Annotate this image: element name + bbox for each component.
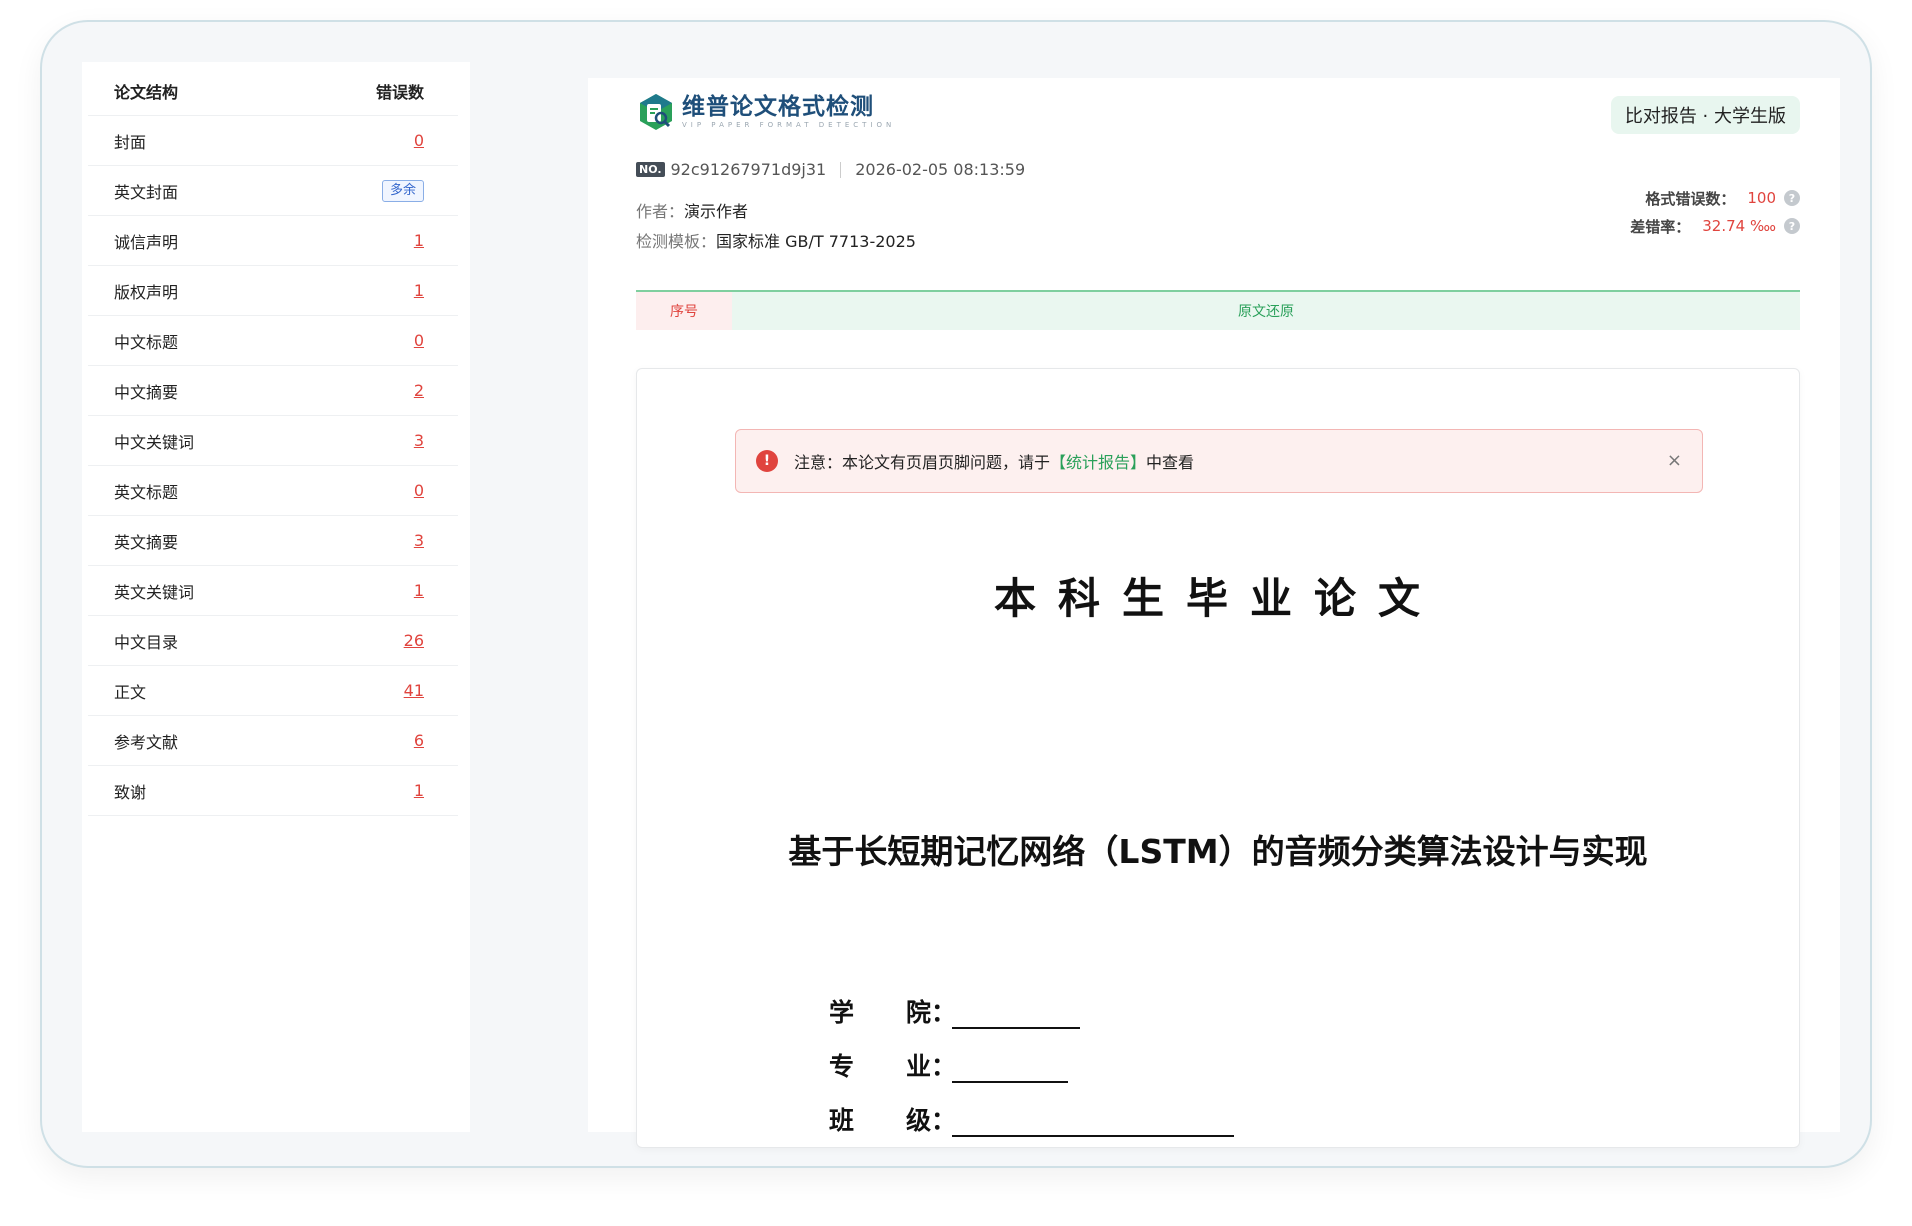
- sidebar-item-label: 诚信声明: [114, 232, 179, 252]
- error-rate-value: 32.74 ‱: [1702, 217, 1776, 235]
- error-count-link[interactable]: 1: [414, 781, 424, 800]
- field-label-part1: 学: [829, 998, 855, 1027]
- error-count-link[interactable]: 41: [404, 681, 424, 700]
- sidebar-item-copyright[interactable]: 版权声明 1: [88, 266, 458, 316]
- app-window: 论文结构 错误数 封面 0 英文封面 多余 诚信声明 1 版权声明 1 中文标题…: [40, 20, 1872, 1168]
- author-label: 作者：: [636, 202, 685, 221]
- alert-text-prefix: 注意：本论文有页眉页脚问题，请于: [794, 453, 1051, 472]
- sidebar-item-english-cover[interactable]: 英文封面 多余: [88, 166, 458, 216]
- major-field: 专 业：: [829, 1047, 1068, 1083]
- header-footer-alert: ! 注意：本论文有页眉页脚问题，请于 【统计报告】 中查看 ×: [735, 429, 1703, 493]
- error-count-link[interactable]: 3: [414, 531, 424, 550]
- sidebar-item-body[interactable]: 正文 41: [88, 666, 458, 716]
- report-id-line: NO. 92c91267971d9j31 2026-02-05 08:13:59: [636, 160, 1025, 179]
- document-preview: ! 注意：本论文有页眉页脚问题，请于 【统计报告】 中查看 × 本科生毕业论文 基于…: [636, 368, 1800, 1148]
- error-count-link[interactable]: 2: [414, 381, 424, 400]
- sidebar-item-integrity[interactable]: 诚信声明 1: [88, 216, 458, 266]
- sidebar-item-cn-toc[interactable]: 中文目录 26: [88, 616, 458, 666]
- sidebar-item-cn-keywords[interactable]: 中文关键词 3: [88, 416, 458, 466]
- error-count-link[interactable]: 0: [414, 131, 424, 150]
- error-count-value: 100: [1747, 189, 1776, 207]
- sidebar-item-references[interactable]: 参考文献 6: [88, 716, 458, 766]
- sidebar-item-label: 参考文献: [114, 732, 179, 752]
- error-stats: 格式错误数： 100 ? 差错率： 32.74 ‱ ?: [1630, 184, 1800, 240]
- sidebar-item-label: 英文关键词: [114, 582, 195, 602]
- error-count-link[interactable]: 3: [414, 431, 424, 450]
- close-icon[interactable]: ×: [1667, 450, 1682, 471]
- error-count-row: 格式错误数： 100 ?: [1630, 184, 1800, 212]
- sidebar-item-label: 英文摘要: [114, 532, 179, 552]
- sidebar-item-label: 版权声明: [114, 282, 179, 302]
- field-label-part2: 业：: [906, 1052, 957, 1081]
- error-count-link[interactable]: 26: [404, 631, 424, 650]
- no-tag: NO.: [636, 162, 665, 177]
- template-value: 国家标准 GB/T 7713-2025: [716, 232, 916, 251]
- exclamation-icon: !: [756, 450, 778, 472]
- sidebar-item-label: 中文标题: [114, 332, 179, 352]
- sidebar-item-label: 英文封面: [114, 182, 179, 202]
- redundant-badge: 多余: [381, 179, 424, 202]
- report-version-badge: 比对报告 · 大学生版: [1610, 96, 1800, 134]
- sidebar-item-label: 致谢: [114, 782, 147, 802]
- sidebar-item-cn-abstract[interactable]: 中文摘要 2: [88, 366, 458, 416]
- stats-report-link[interactable]: 【统计报告】: [1050, 449, 1146, 473]
- college-blank: [952, 1001, 1080, 1029]
- thesis-title: 基于长短期记忆网络（LSTM）的音频分类算法设计与实现: [788, 832, 1648, 871]
- report-number: 92c91267971d9j31: [670, 160, 827, 179]
- sidebar-item-en-abstract[interactable]: 英文摘要 3: [88, 516, 458, 566]
- error-count-link[interactable]: 1: [414, 231, 424, 250]
- sidebar-item-acknowledgements[interactable]: 致谢 1: [88, 766, 458, 816]
- sidebar-item-label: 中文关键词: [114, 432, 195, 452]
- sidebar-item-en-title[interactable]: 英文标题 0: [88, 466, 458, 516]
- error-count-link[interactable]: 0: [414, 481, 424, 500]
- tab-sequence[interactable]: 序号: [636, 292, 732, 330]
- sidebar-item-label: 中文目录: [114, 632, 179, 652]
- divider: [840, 161, 842, 178]
- view-tabs: 序号 原文还原: [636, 290, 1800, 330]
- thesis-heading: 本科生毕业论文: [993, 574, 1442, 623]
- error-count-link[interactable]: 1: [414, 581, 424, 600]
- field-label-part2: 院：: [906, 998, 957, 1027]
- college-field: 学 院：: [829, 993, 1080, 1029]
- sidebar-item-cover[interactable]: 封面 0: [88, 116, 458, 166]
- error-count-link[interactable]: 1: [414, 281, 424, 300]
- structure-sidebar: 论文结构 错误数 封面 0 英文封面 多余 诚信声明 1 版权声明 1 中文标题…: [82, 62, 470, 1132]
- template-label: 检测模板：: [636, 232, 717, 251]
- class-field: 班 级：: [829, 1101, 1234, 1137]
- error-count-link[interactable]: 6: [414, 731, 424, 750]
- report-timestamp: 2026-02-05 08:13:59: [855, 160, 1026, 179]
- field-label-part1: 班: [829, 1106, 855, 1135]
- brand-title: 维普论文格式检测: [682, 94, 874, 120]
- sidebar-item-label: 英文标题: [114, 482, 179, 502]
- sidebar-item-cn-title[interactable]: 中文标题 0: [88, 316, 458, 366]
- search-document-logo-icon: [640, 94, 672, 130]
- author-line: 作者：演示作者: [636, 198, 748, 222]
- error-rate-label: 差错率：: [1630, 217, 1691, 236]
- class-blank: [952, 1109, 1234, 1137]
- template-line: 检测模板：国家标准 GB/T 7713-2025: [636, 228, 916, 252]
- tab-original-restore[interactable]: 原文还原: [732, 292, 1800, 330]
- sidebar-item-label: 封面: [114, 132, 147, 152]
- error-rate-row: 差错率： 32.74 ‱ ?: [1630, 212, 1800, 240]
- brand-logo: 维普论文格式检测 VIP PAPER FORMAT DETECTION: [636, 92, 895, 132]
- sidebar-header: 论文结构 错误数: [88, 66, 458, 116]
- error-count-link[interactable]: 0: [414, 331, 424, 350]
- errors-column-header: 错误数: [375, 82, 424, 102]
- major-blank: [952, 1055, 1068, 1083]
- brand-subtitle: VIP PAPER FORMAT DETECTION: [682, 121, 896, 129]
- error-count-label: 格式错误数：: [1645, 189, 1736, 208]
- question-icon[interactable]: ?: [1784, 218, 1800, 234]
- field-label-part1: 专: [829, 1052, 855, 1081]
- structure-column-header: 论文结构: [114, 82, 179, 102]
- author-value: 演示作者: [684, 202, 749, 221]
- sidebar-item-en-keywords[interactable]: 英文关键词 1: [88, 566, 458, 616]
- sidebar-item-label: 正文: [114, 682, 147, 702]
- field-label-part2: 级：: [906, 1106, 957, 1135]
- alert-text-suffix: 中查看: [1146, 453, 1195, 472]
- sidebar-item-label: 中文摘要: [114, 382, 179, 402]
- report-panel: 维普论文格式检测 VIP PAPER FORMAT DETECTION 比对报告…: [588, 78, 1840, 1148]
- question-icon[interactable]: ?: [1784, 190, 1800, 206]
